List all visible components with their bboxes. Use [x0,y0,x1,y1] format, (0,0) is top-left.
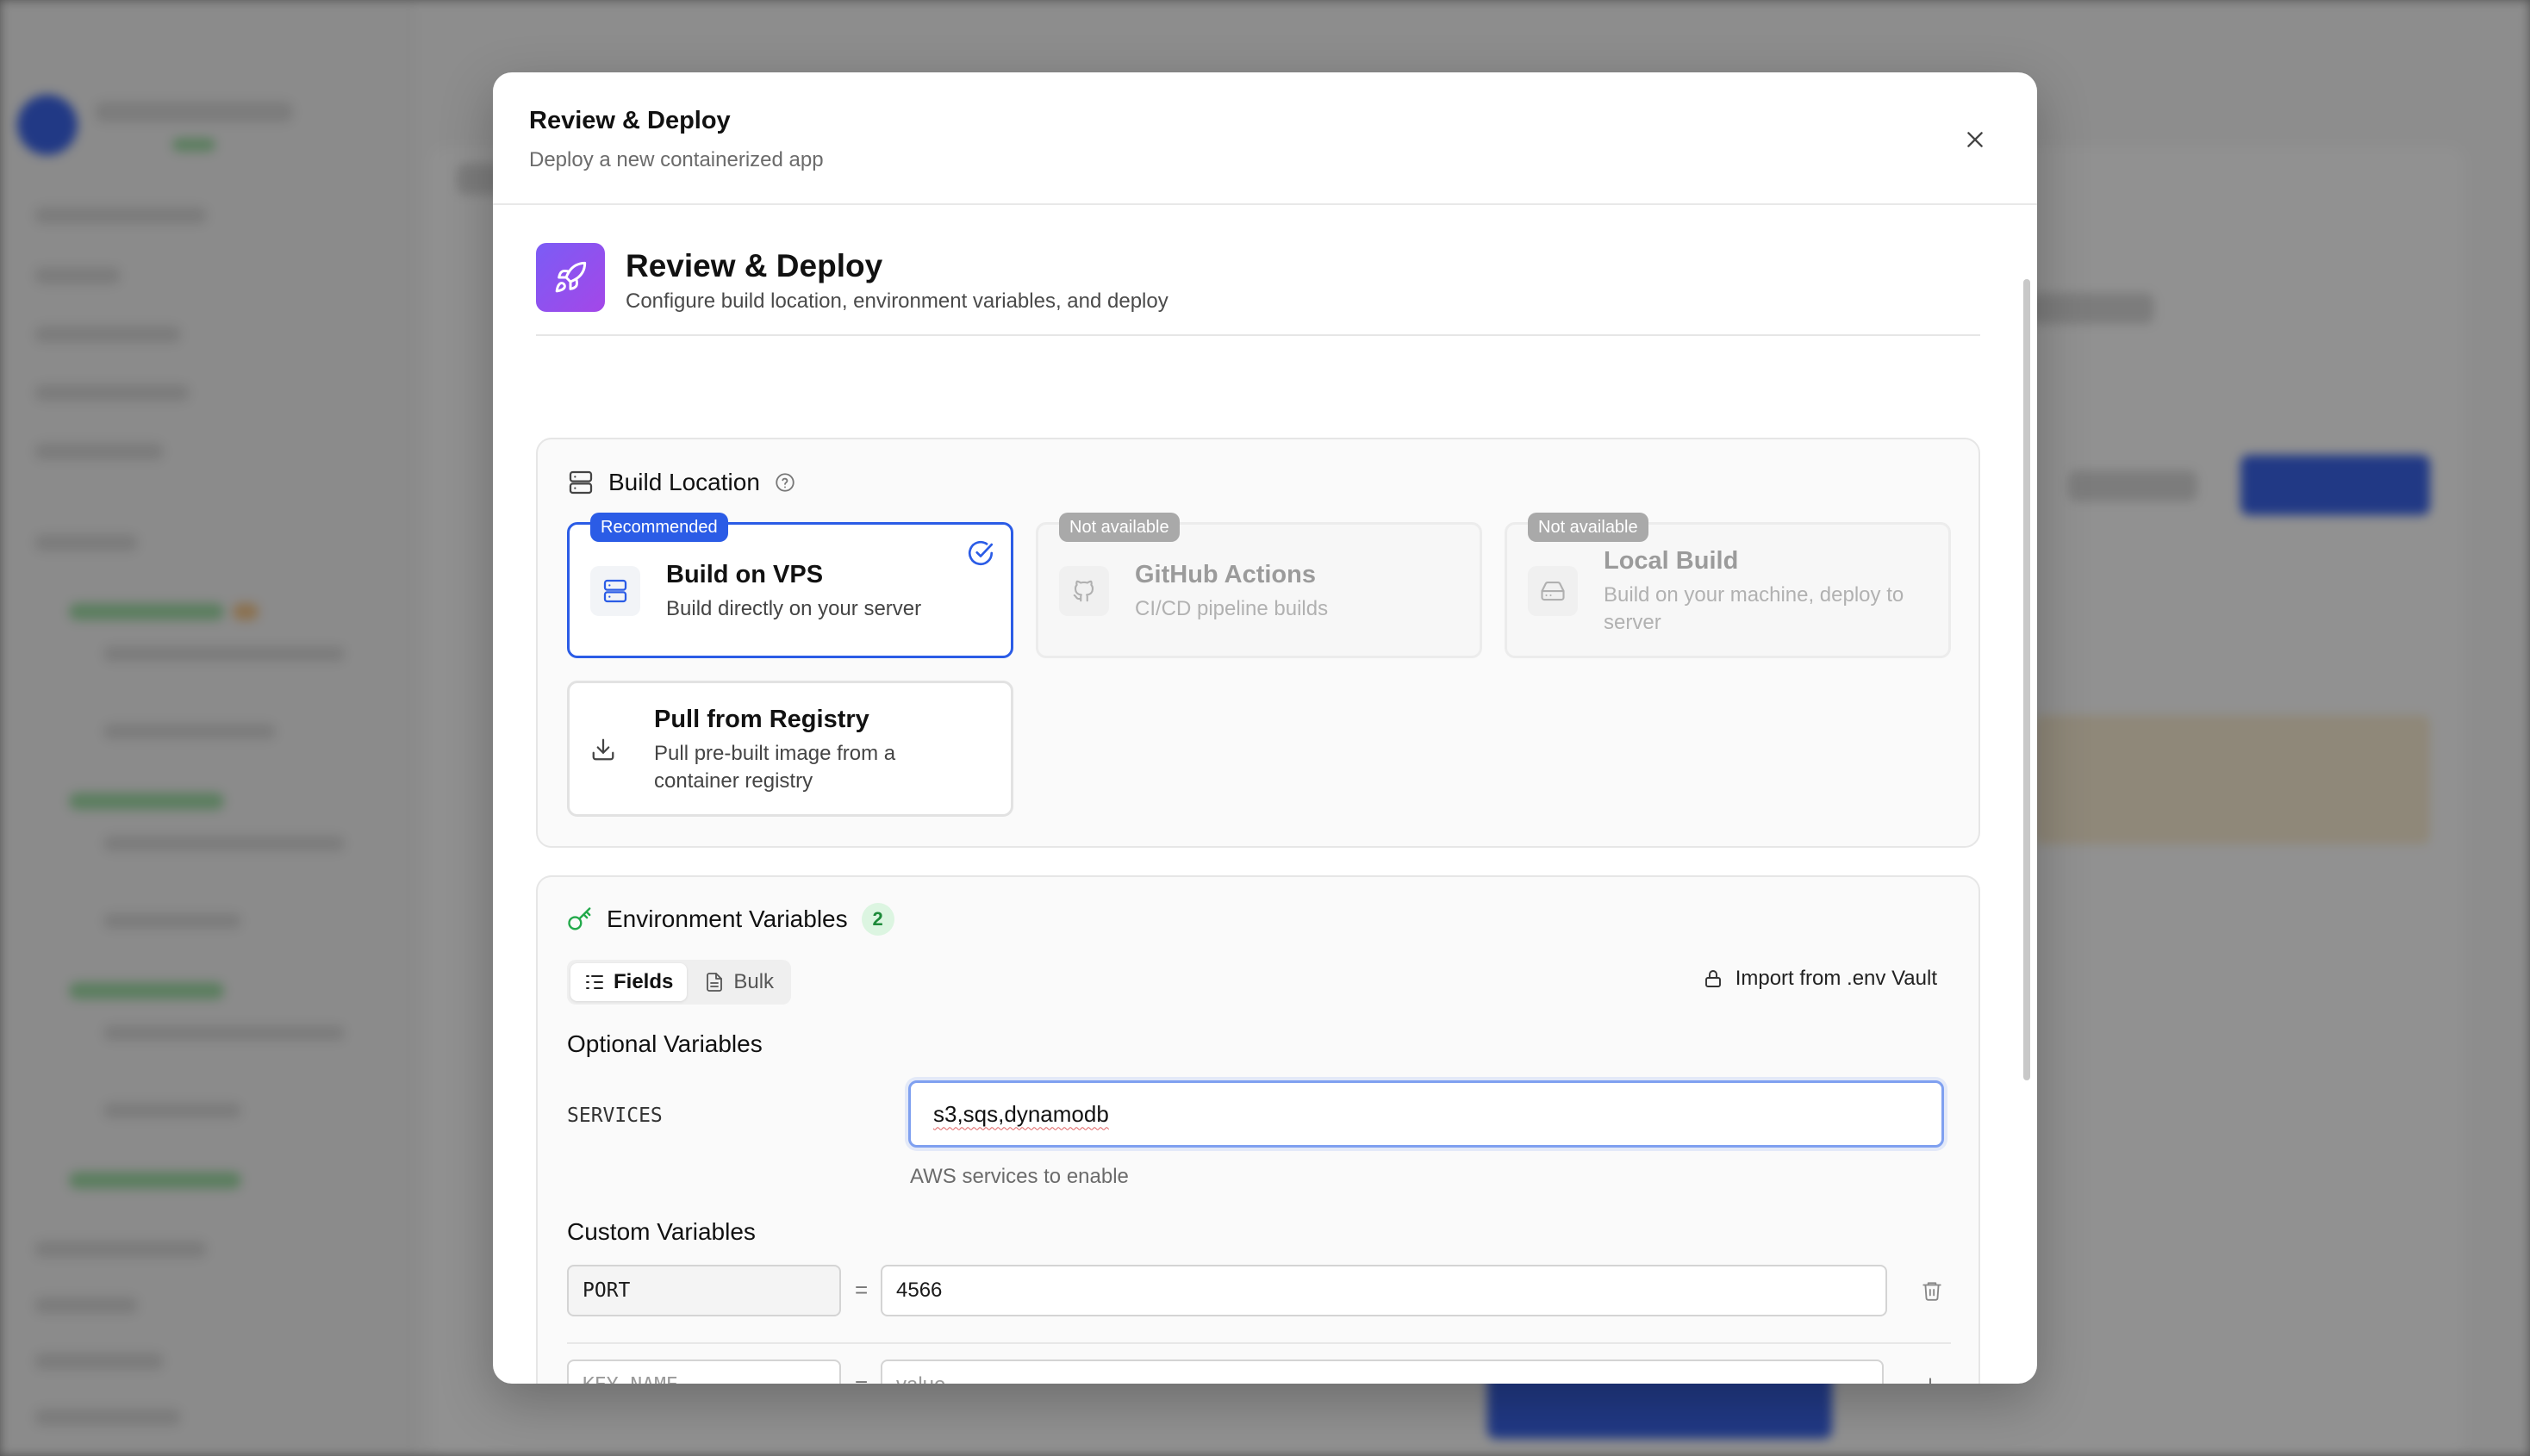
build-location-section: Build Location Recommended Build on VPS … [536,438,1980,848]
custom-value-field[interactable]: 4566 [881,1265,1887,1316]
build-option-title: GitHub Actions [1135,561,1316,588]
build-option-local: Not available Local Build Build on your … [1505,513,1951,658]
server-icon [590,566,640,616]
custom-variables-title: Custom Variables [567,1218,756,1245]
build-option-vps[interactable]: Recommended Build on VPS Build directly … [567,513,1013,658]
new-value-input[interactable]: value [881,1360,1884,1384]
environment-variables-section: Environment Variables 2 Fields Bulk Impo… [536,875,1980,1384]
step-header: Review & Deploy Configure build location… [536,243,1980,336]
tab-fields[interactable]: Fields [570,963,688,1001]
row-divider [567,1342,1951,1344]
env-title: Environment Variables [607,905,848,932]
services-value-text: s3,sqs,dynamodb [933,1100,1109,1127]
build-option-desc: Build on your machine, deploy to server [1604,583,1904,634]
env-header: Environment Variables 2 [567,903,894,936]
key-icon [568,907,591,930]
import-env-vault-button[interactable]: Import from .env Vault [1703,967,1937,991]
file-text-icon [707,973,723,992]
env-count-badge: 2 [861,903,894,936]
dialog-title: Review & Deploy [529,107,731,134]
dialog-body: Review & Deploy Configure build location… [536,243,1980,1384]
server-icon [569,470,593,495]
equals-sign: = [855,1277,869,1303]
rocket-icon [536,243,605,312]
build-location-title: Build Location [608,469,760,495]
download-icon [578,725,628,775]
tab-fields-label: Fields [614,970,674,993]
help-icon[interactable] [774,471,796,494]
build-option-desc: Pull pre-built image from a container re… [654,742,896,793]
add-variable-button[interactable] [1913,1368,1947,1384]
dialog-header: Review & Deploy Deploy a new containeriz… [493,72,2037,205]
tab-bulk[interactable]: Bulk [690,963,788,1001]
step-subtitle: Configure build location, environment va… [626,289,1168,313]
plus-icon [1929,1378,1932,1384]
close-icon [1967,132,1983,147]
import-env-vault-label: Import from .env Vault [1735,967,1937,990]
optional-variables-title: Optional Variables [567,1030,763,1057]
review-deploy-dialog: Review & Deploy Deploy a new containeriz… [493,72,2037,1384]
services-key-label: SERVICES [567,1104,663,1127]
github-icon [1059,566,1109,616]
not-available-badge: Not available [1059,513,1180,542]
new-key-input[interactable]: KEY_NAME [567,1360,841,1384]
drive-icon [1528,566,1578,616]
dialog-subtitle: Deploy a new containerized app [529,148,824,171]
custom-key-field[interactable]: PORT [567,1265,841,1316]
build-option-title: Pull from Registry [654,706,869,733]
close-button[interactable] [1956,121,1994,159]
build-option-registry[interactable]: Pull from Registry Pull pre-built image … [567,681,1013,817]
lock-icon [1704,970,1721,987]
env-mode-tabs: Fields Bulk [567,960,792,1005]
recommended-badge: Recommended [590,513,728,542]
list-icon [586,975,603,989]
equals-sign: = [855,1372,868,1384]
step-title: Review & Deploy [626,248,883,283]
tab-bulk-label: Bulk [733,970,775,993]
not-available-badge: Not available [1528,513,1648,542]
check-circle-icon [968,540,994,566]
dialog-scrollbar[interactable] [2023,207,2032,1384]
build-option-title: Local Build [1604,547,1739,575]
build-option-github-actions: Not available GitHub Actions CI/CD pipel… [1036,513,1482,658]
build-option-title: Build on VPS [666,561,824,588]
delete-variable-button[interactable] [1915,1273,1949,1308]
services-value-input[interactable]: s3,sqs,dynamodb [908,1080,1944,1148]
build-option-desc: Build directly on your server [666,597,922,620]
scrollbar-thumb[interactable] [2023,279,2030,1080]
build-option-desc: CI/CD pipeline builds [1135,597,1329,620]
services-hint: AWS services to enable [910,1165,1129,1188]
build-location-header: Build Location [567,469,796,496]
trash-icon [1922,1282,1941,1301]
